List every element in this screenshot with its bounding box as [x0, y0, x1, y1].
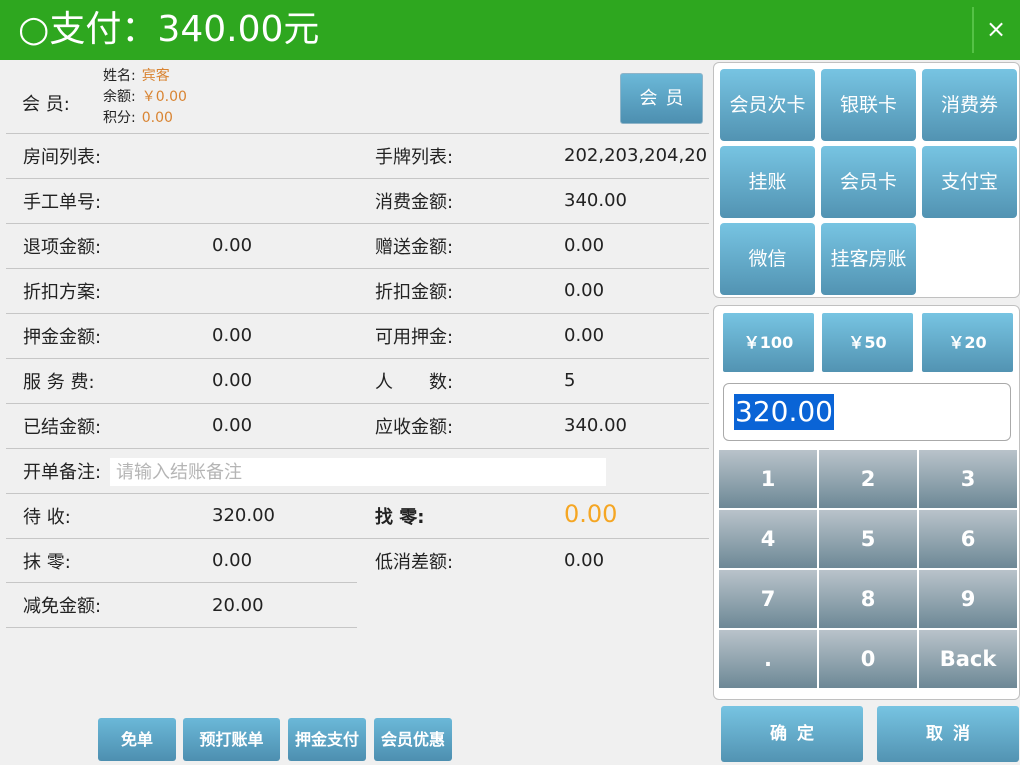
discount-plan-label: 折扣方案: [23, 282, 102, 303]
amount-input[interactable]: 320.00 [723, 383, 1011, 441]
member-times-card-button[interactable]: 会员次卡 [720, 69, 815, 141]
page-title: ○支付：340.00元 [18, 9, 320, 50]
change-value: 0.00 [564, 502, 618, 526]
row-manual-no: 手工单号: 消费金额: 340.00 [6, 178, 709, 223]
key-6[interactable]: 6 [919, 510, 1017, 568]
title-bar: ○支付：340.00元 × [0, 0, 1020, 60]
people-value: 5 [564, 370, 576, 391]
row-settled: 已结金额: 0.00 应收金额: 340.00 [6, 403, 709, 448]
wechat-pay-button[interactable]: 微信 [720, 223, 815, 295]
key-2[interactable]: 2 [819, 450, 917, 508]
change-label: 找 零: [375, 507, 425, 528]
alipay-button[interactable]: 支付宝 [922, 146, 1017, 218]
quick-100-button[interactable]: ￥100 [723, 313, 814, 372]
member-name: 姓名: 宾客 [103, 68, 170, 84]
row-service-fee: 服 务 费: 0.00 人 数: 5 [6, 358, 709, 403]
key-dot[interactable]: . [719, 630, 817, 688]
settled-value: 0.00 [212, 415, 253, 436]
refund-value: 0.00 [212, 235, 253, 256]
payment-methods-panel: 会员次卡 银联卡 消费券 挂账 会员卡 支付宝 微信 挂客房账 [713, 62, 1020, 298]
rounding-value: 0.00 [212, 550, 253, 571]
rounding-label: 抹 零: [23, 552, 71, 573]
discount-amount-label: 折扣金额: [375, 282, 454, 303]
quick-20-button[interactable]: ￥20 [922, 313, 1013, 372]
reduction-label: 减免金额: [23, 596, 102, 617]
pending-value: 320.00 [212, 505, 275, 526]
deposit-label: 押金金额: [23, 327, 102, 348]
row-pending: 待 收: 320.00 找 零: 0.00 [6, 493, 709, 538]
deposit-avail-value: 0.00 [564, 325, 605, 346]
note-label: 开单备注: [23, 462, 102, 483]
deposit-pay-button[interactable]: 押金支付 [288, 718, 366, 761]
tag-list-label: 手牌列表: [375, 147, 454, 168]
refund-label: 退项金额: [23, 237, 102, 258]
member-button[interactable]: 会员 [620, 73, 703, 124]
room-account-button[interactable]: 挂客房账 [821, 223, 916, 295]
receivable-value: 340.00 [564, 415, 627, 436]
service-fee-label: 服 务 费: [23, 372, 95, 393]
member-label: 会 员: [22, 94, 70, 115]
key-3[interactable]: 3 [919, 450, 1017, 508]
on-account-button[interactable]: 挂账 [720, 146, 815, 218]
deposit-value: 0.00 [212, 325, 253, 346]
title-separator [972, 7, 974, 53]
cancel-button[interactable]: 取消 [877, 706, 1019, 762]
key-4[interactable]: 4 [719, 510, 817, 568]
manual-no-label: 手工单号: [23, 192, 102, 213]
amount-input-value: 320.00 [734, 394, 834, 430]
free-bill-button[interactable]: 免单 [98, 718, 176, 761]
confirm-button[interactable]: 确定 [721, 706, 863, 762]
people-label: 人 数: [375, 372, 454, 393]
settled-label: 已结金额: [23, 417, 102, 438]
min-diff-value: 0.00 [564, 550, 605, 571]
gift-label: 赠送金额: [375, 237, 454, 258]
reduction-value: 20.00 [212, 595, 264, 616]
discount-amount-value: 0.00 [564, 280, 605, 301]
unionpay-button[interactable]: 银联卡 [821, 69, 916, 141]
key-1[interactable]: 1 [719, 450, 817, 508]
key-9[interactable]: 9 [919, 570, 1017, 628]
quick-50-button[interactable]: ￥50 [822, 313, 913, 372]
key-8[interactable]: 8 [819, 570, 917, 628]
consume-label: 消费金额: [375, 192, 454, 213]
keypad-panel: ￥100 ￥50 ￥20 320.00 1 2 3 4 5 6 7 8 9 . … [713, 305, 1020, 700]
member-section: 会 员: 姓名: 宾客 余额: ￥0.00 积分: 0.00 会员 [0, 60, 712, 133]
member-points: 积分: 0.00 [103, 110, 173, 126]
row-room-list: 房间列表: 手牌列表: 202,203,204,20 [6, 133, 709, 178]
gift-value: 0.00 [564, 235, 605, 256]
row-discount: 折扣方案: 折扣金额: 0.00 [6, 268, 709, 313]
consume-value: 340.00 [564, 190, 627, 211]
note-input[interactable] [110, 458, 606, 486]
member-card-button[interactable]: 会员卡 [821, 146, 916, 218]
row-note: 开单备注: [6, 448, 709, 493]
key-7[interactable]: 7 [719, 570, 817, 628]
min-diff-label: 低消差额: [375, 552, 454, 573]
key-0[interactable]: 0 [819, 630, 917, 688]
coupon-button[interactable]: 消费券 [922, 69, 1017, 141]
row-refund: 退项金额: 0.00 赠送金额: 0.00 [6, 223, 709, 268]
service-fee-value: 0.00 [212, 370, 253, 391]
pending-label: 待 收: [23, 507, 71, 528]
receivable-label: 应收金额: [375, 417, 454, 438]
deposit-avail-label: 可用押金: [375, 327, 454, 348]
row-rounding: 抹 零: 0.00 低消差额: 0.00 [6, 538, 709, 583]
bill-details-panel: 会 员: 姓名: 宾客 余额: ￥0.00 积分: 0.00 会员 房间列表: 手牌列… [0, 60, 712, 765]
row-reduction: 减免金额: 20.00 [6, 582, 357, 628]
close-icon[interactable]: × [984, 14, 1008, 44]
tag-list-value: 202,203,204,20 [564, 145, 708, 166]
member-balance: 余额: ￥0.00 [103, 89, 187, 105]
key-5[interactable]: 5 [819, 510, 917, 568]
key-back[interactable]: Back [919, 630, 1017, 688]
room-list-label: 房间列表: [23, 147, 102, 168]
preprint-bill-button[interactable]: 预打账单 [183, 718, 280, 761]
row-deposit: 押金金额: 0.00 可用押金: 0.00 [6, 313, 709, 358]
member-discount-button[interactable]: 会员优惠 [374, 718, 452, 761]
